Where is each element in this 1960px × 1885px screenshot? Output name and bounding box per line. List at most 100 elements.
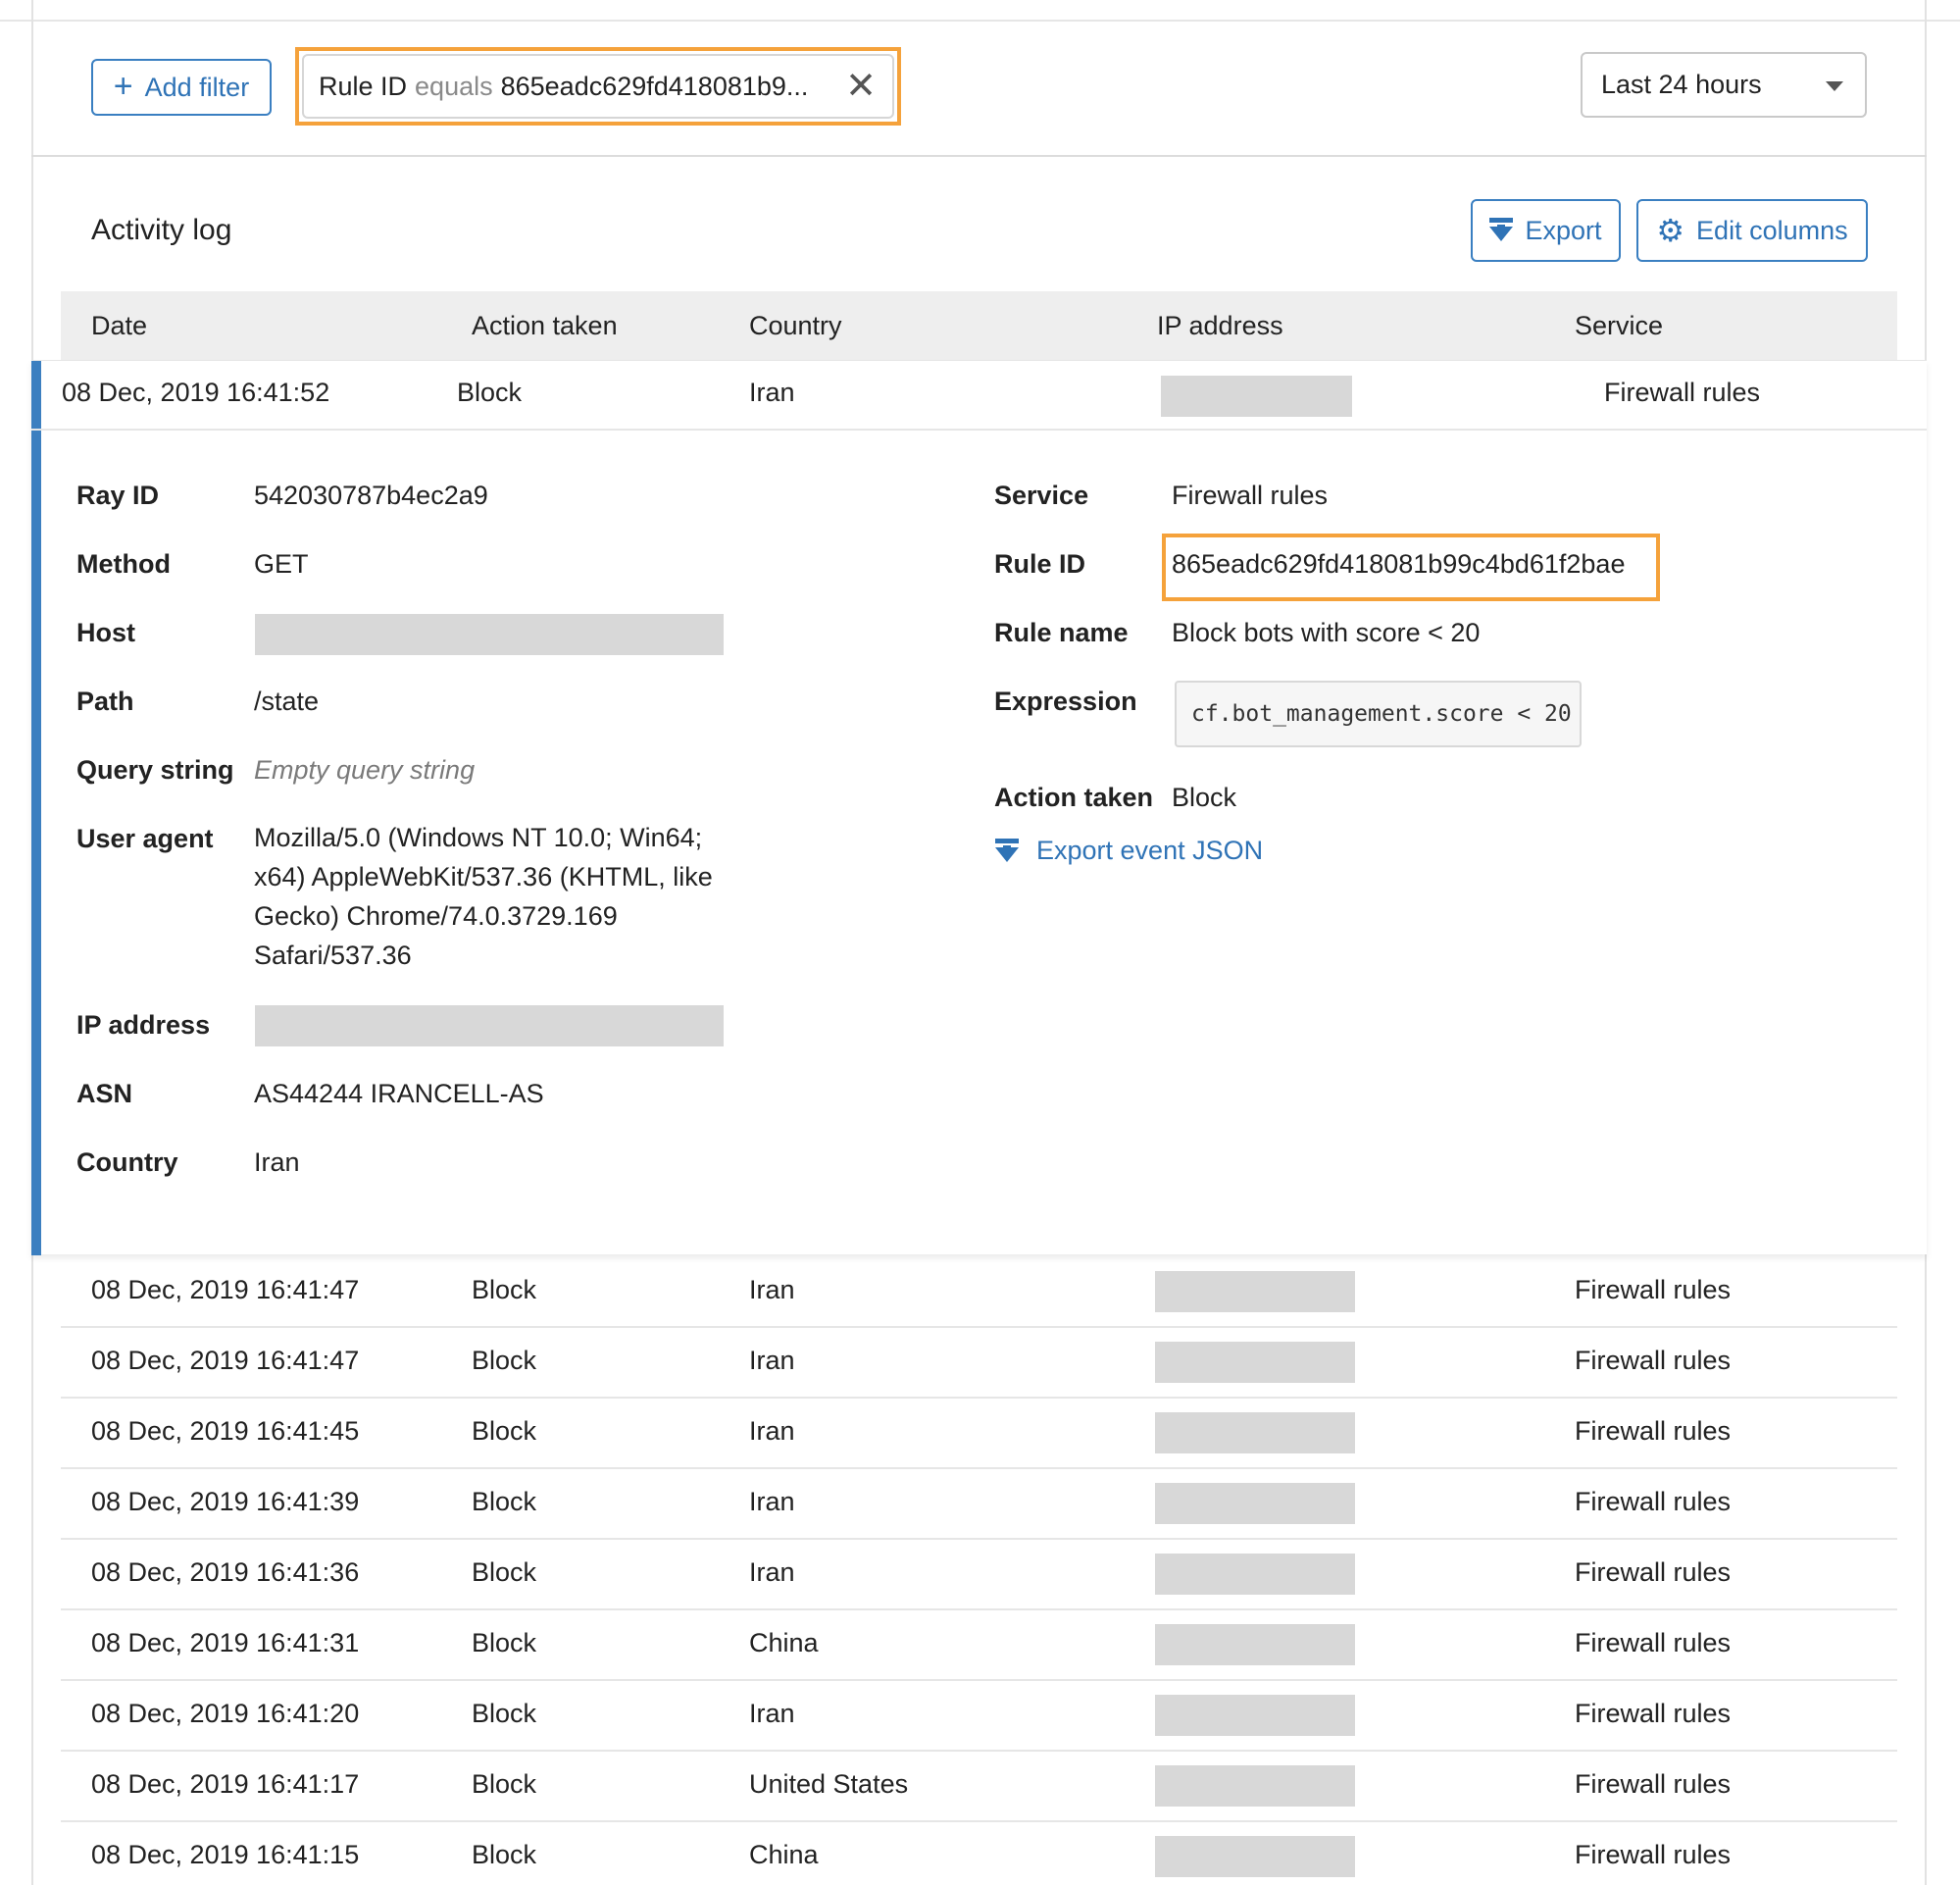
rule-id-value[interactable]: 865eadc629fd418081b99c4bd61f2bae xyxy=(1172,549,1625,580)
action-taken-label: Action taken xyxy=(994,783,1154,812)
row-action: Block xyxy=(472,1416,537,1446)
column-header-service[interactable]: Service xyxy=(1575,311,1663,341)
redacted-ip xyxy=(1161,376,1352,417)
row-date: 08 Dec, 2019 16:41:17 xyxy=(91,1769,360,1799)
table-row[interactable]: 08 Dec, 2019 16:41:15 Block China Firewall … xyxy=(61,1822,1897,1885)
time-range-value: Last 24 hours xyxy=(1601,70,1762,99)
row-country: China xyxy=(749,1628,819,1657)
table-row[interactable]: 08 Dec, 2019 16:41:36 Block Iran Firewall r… xyxy=(61,1540,1897,1610)
redacted-ip xyxy=(1155,1695,1355,1736)
redacted-host xyxy=(255,614,724,655)
add-filter-button[interactable]: + Add filter xyxy=(91,59,272,116)
table-row[interactable]: 08 Dec, 2019 16:41:47 Block Iran Firewall r… xyxy=(61,1328,1897,1399)
column-header-ip[interactable]: IP address xyxy=(1157,311,1283,341)
asn-label: ASN xyxy=(76,1079,133,1108)
row-action: Block xyxy=(472,1346,537,1375)
redacted-ip xyxy=(1155,1765,1355,1807)
expression-label: Expression xyxy=(994,687,1137,716)
redacted-ip xyxy=(1155,1624,1355,1665)
row-action: Block xyxy=(472,1487,537,1516)
ray-id-label: Ray ID xyxy=(76,481,160,510)
row-date: 08 Dec, 2019 16:41:39 xyxy=(91,1487,360,1516)
query-string-value: Empty query string xyxy=(254,755,476,785)
download-icon xyxy=(995,838,1019,864)
filter-chip[interactable]: Rule ID equals 865eadc629fd418081b9... ✕ xyxy=(302,54,894,119)
row-country: Iran xyxy=(749,1275,795,1304)
add-filter-label: Add filter xyxy=(144,72,250,102)
redacted-ip xyxy=(1155,1836,1355,1877)
row-date: 08 Dec, 2019 16:41:31 xyxy=(91,1628,360,1657)
export-button[interactable]: Export xyxy=(1471,199,1621,262)
selected-table-row[interactable]: 08 Dec, 2019 16:41:52 Block Iran Firewal… xyxy=(31,361,1927,431)
redacted-ip xyxy=(1155,1483,1355,1524)
filter-value: 865eadc629fd418081b9... xyxy=(500,71,809,101)
filter-field: Rule ID xyxy=(319,71,408,101)
column-header-date[interactable]: Date xyxy=(91,311,147,341)
activity-log-title: Activity log xyxy=(91,214,232,246)
row-date: 08 Dec, 2019 16:41:47 xyxy=(91,1346,360,1375)
table-row[interactable]: 08 Dec, 2019 16:41:20 Block Iran Firewall r… xyxy=(61,1681,1897,1752)
query-string-label: Query string xyxy=(76,755,234,785)
row-service: Firewall rules xyxy=(1575,1487,1732,1516)
row-service: Firewall rules xyxy=(1575,1699,1732,1728)
row-action: Block xyxy=(472,1769,537,1799)
country-value: Iran xyxy=(254,1147,300,1177)
row-service: Firewall rules xyxy=(1575,1346,1732,1375)
download-icon xyxy=(1489,218,1514,243)
row-service: Firewall rules xyxy=(1575,1840,1732,1869)
selection-accent-bar xyxy=(31,361,41,1255)
user-agent-value: Mozilla/5.0 (Windows NT 10.0; Win64; x64… xyxy=(254,823,713,970)
row-country: Iran xyxy=(749,1699,795,1728)
filter-operator: equals xyxy=(415,71,493,101)
expression-code: cf.bot_management.score < 20 xyxy=(1175,681,1582,747)
row-date: 08 Dec, 2019 16:41:15 xyxy=(91,1840,360,1869)
rule-id-label: Rule ID xyxy=(994,549,1086,579)
export-event-json-link[interactable]: Export event JSON xyxy=(995,836,1263,866)
time-range-select[interactable]: Last 24 hours xyxy=(1581,52,1867,118)
rule-name-label: Rule name xyxy=(994,618,1129,647)
row-country: Iran xyxy=(749,1487,795,1516)
row-action: Block xyxy=(472,1840,537,1869)
table-header: Date Action taken Country IP address Ser… xyxy=(61,291,1897,360)
redacted-ip xyxy=(1155,1554,1355,1595)
row-action: Block xyxy=(472,1275,537,1304)
table-row[interactable]: 08 Dec, 2019 16:41:17 Block United States F… xyxy=(61,1752,1897,1822)
export-event-json-label: Export event JSON xyxy=(1036,836,1264,865)
row-service: Firewall rules xyxy=(1575,1628,1732,1657)
edit-columns-button[interactable]: ⚙ Edit columns xyxy=(1636,199,1868,262)
plus-icon: + xyxy=(113,67,133,105)
row-date: 08 Dec, 2019 16:41:36 xyxy=(91,1557,360,1587)
table-row[interactable]: 08 Dec, 2019 16:41:31 Block China Firewall … xyxy=(61,1610,1897,1681)
row-service: Firewall rules xyxy=(1575,1557,1732,1587)
export-label: Export xyxy=(1525,215,1602,245)
row-action: Block xyxy=(472,1557,537,1587)
redacted-ip xyxy=(1155,1342,1355,1383)
column-header-action[interactable]: Action taken xyxy=(472,311,618,341)
chevron-down-icon xyxy=(1826,81,1843,91)
table-row[interactable]: 08 Dec, 2019 16:41:39 Block Iran Firewall r… xyxy=(61,1469,1897,1540)
column-header-country[interactable]: Country xyxy=(749,311,842,341)
row-service: Firewall rules xyxy=(1575,1416,1732,1446)
close-icon[interactable]: ✕ xyxy=(845,68,877,105)
row-date: 08 Dec, 2019 16:41:45 xyxy=(91,1416,360,1446)
row-country: Iran xyxy=(749,1557,795,1587)
row-date: 08 Dec, 2019 16:41:20 xyxy=(91,1699,360,1728)
row-service: Firewall rules xyxy=(1604,378,1761,407)
filter-bar: + Add filter Rule ID equals 865eadc629fd… xyxy=(31,22,1927,157)
service-label: Service xyxy=(994,481,1089,510)
path-label: Path xyxy=(76,687,134,716)
gear-icon: ⚙ xyxy=(1656,213,1685,248)
user-agent-label: User agent xyxy=(76,824,214,853)
redacted-ip-address xyxy=(255,1005,724,1046)
row-date: 08 Dec, 2019 16:41:47 xyxy=(91,1275,360,1304)
row-country: United States xyxy=(749,1769,909,1799)
method-label: Method xyxy=(76,549,171,579)
row-action: Block xyxy=(457,378,523,407)
edit-columns-label: Edit columns xyxy=(1696,215,1848,245)
table-row[interactable]: 08 Dec, 2019 16:41:47 Block Iran Firewall r… xyxy=(61,1257,1897,1328)
table-row[interactable]: 08 Dec, 2019 16:41:45 Block Iran Firewall r… xyxy=(61,1399,1897,1469)
row-service: Firewall rules xyxy=(1575,1769,1732,1799)
row-country: China xyxy=(749,1840,819,1869)
service-value: Firewall rules xyxy=(1172,481,1329,510)
row-country: Iran xyxy=(749,1416,795,1446)
